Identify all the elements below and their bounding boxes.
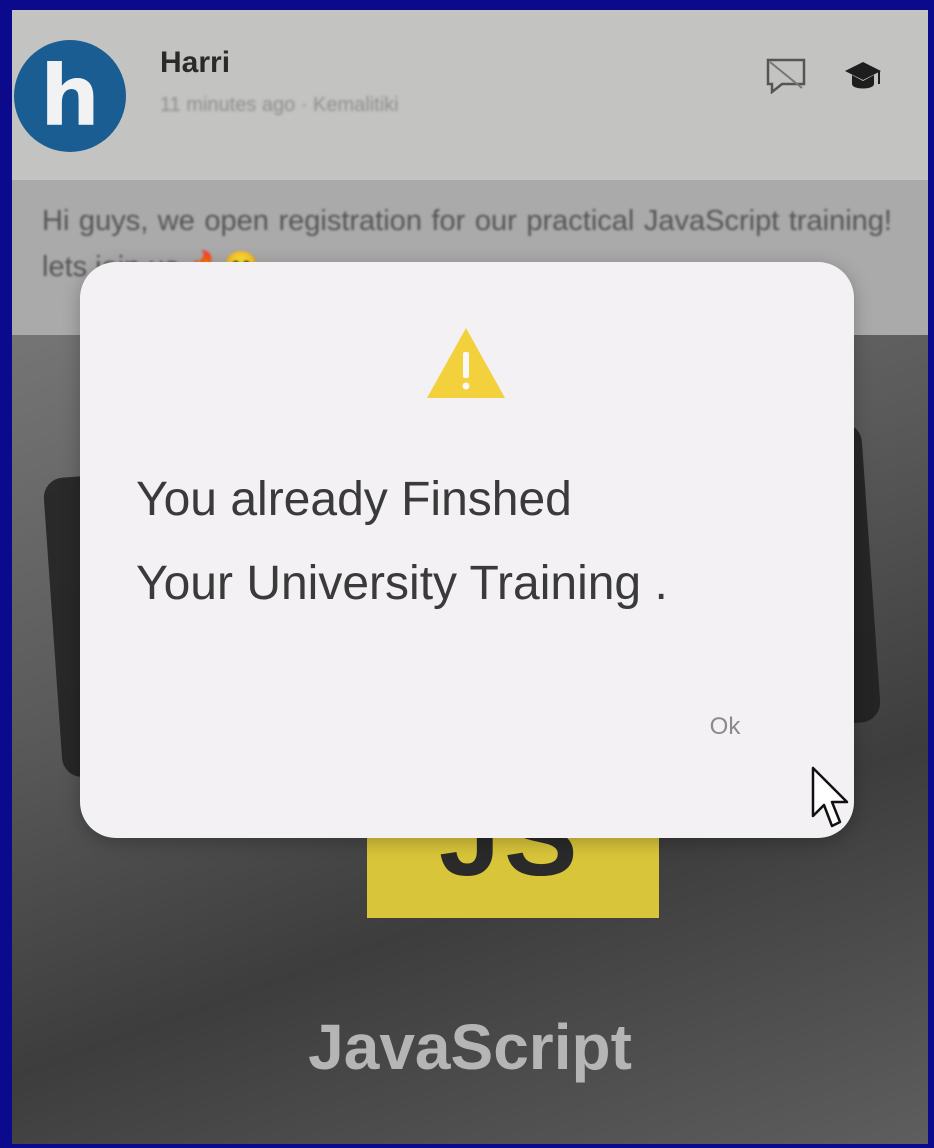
ok-button[interactable]: Ok [680, 702, 770, 752]
post-meta: 11 minutes ago · Kemalitiki [160, 94, 399, 116]
dialog-message-line2: Your University Training . [136, 557, 668, 610]
author-name[interactable]: Harri [160, 46, 230, 80]
image-caption: JavaScript [308, 1011, 632, 1083]
graduation-cap-icon[interactable] [844, 60, 882, 94]
post-header: h Harri 11 minutes ago · Kemalitiki Hi g… [12, 10, 928, 283]
alert-dialog: You already Finshed Your University Trai… [80, 262, 854, 838]
dialog-message-line1: You already Finshed [136, 473, 572, 526]
dialog-message: You already Finshed Your University Trai… [136, 458, 826, 626]
avatar-letter: h [40, 47, 100, 145]
mouse-pointer-icon [811, 766, 849, 828]
avatar[interactable]: h [14, 40, 126, 152]
chat-bubble-icon[interactable] [764, 56, 808, 94]
warning-icon [427, 328, 505, 398]
